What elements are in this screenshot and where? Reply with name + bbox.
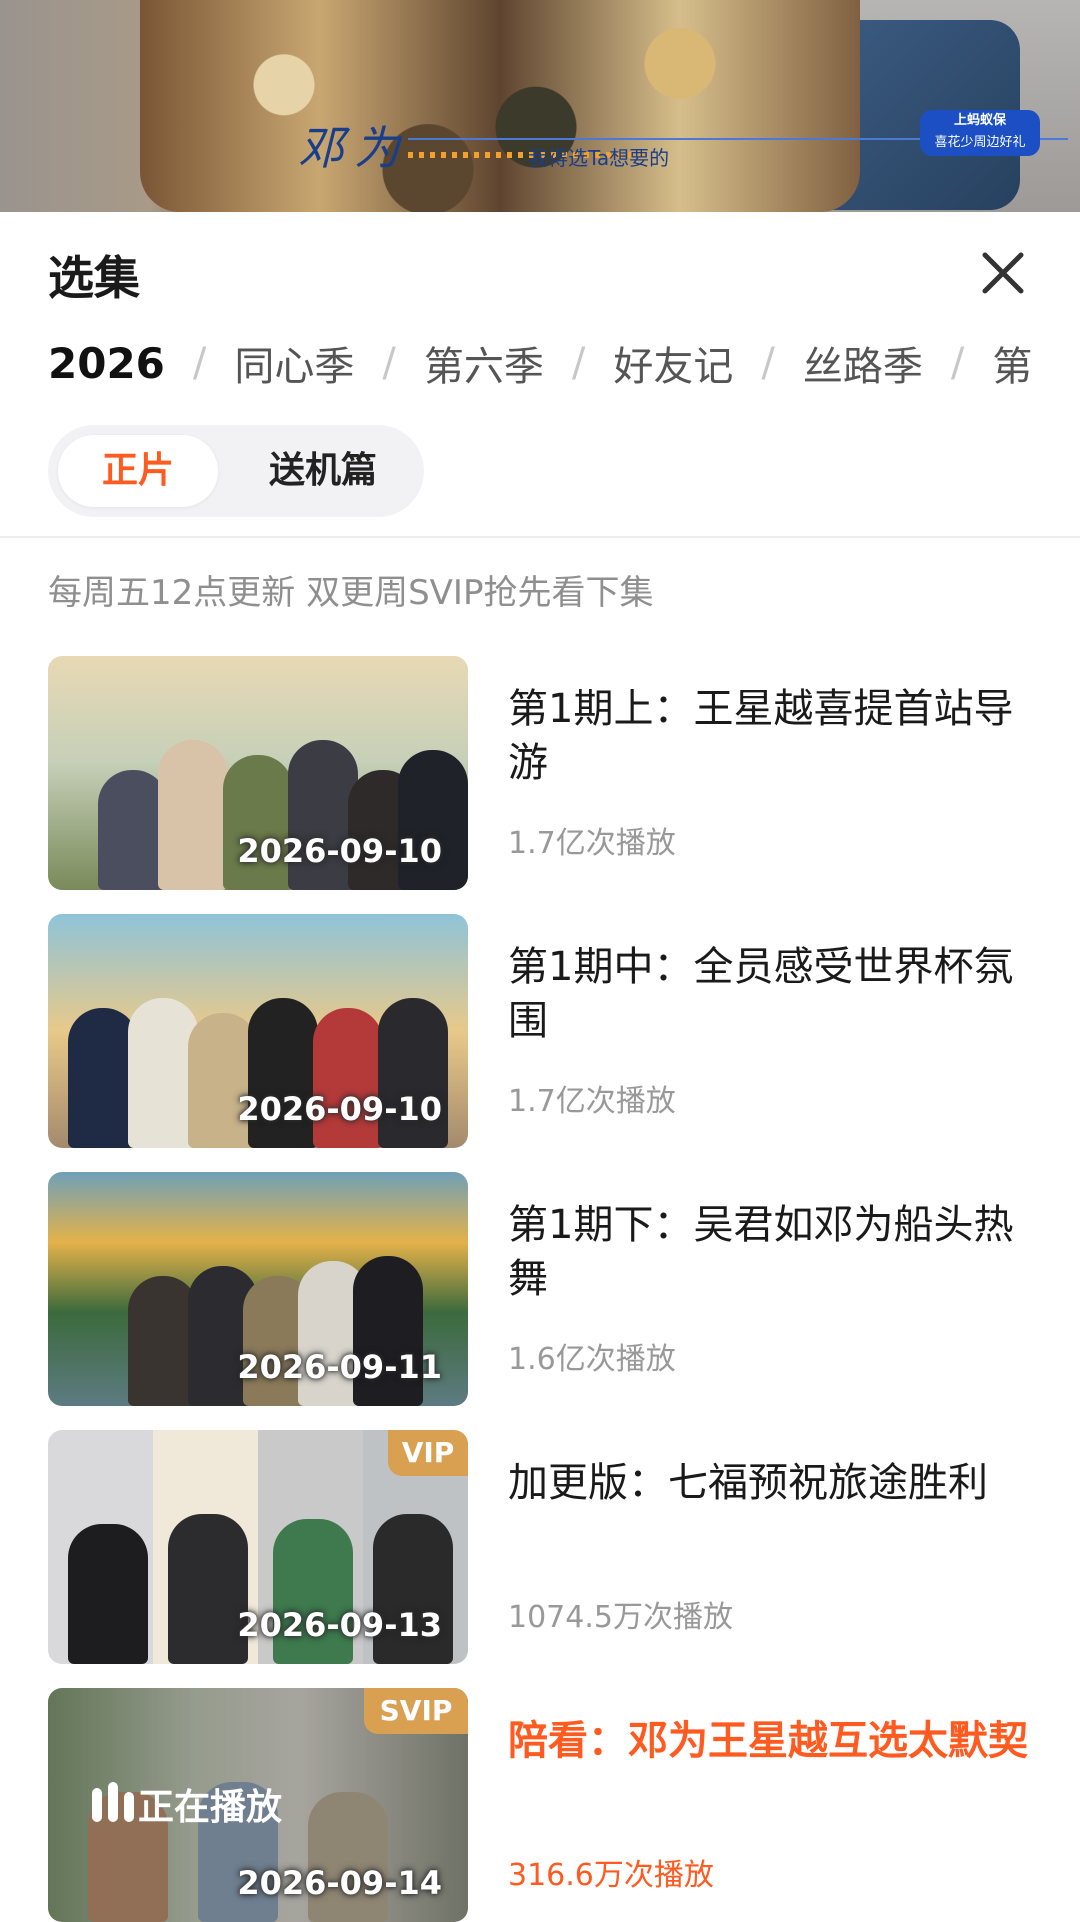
season-tab[interactable]: 丝路季: [803, 334, 923, 392]
episode-item[interactable]: 2026-09-10 第1期中：全员感受世界杯氛围 1.7亿次播放: [48, 914, 1048, 1148]
svip-badge: SVIP: [364, 1688, 468, 1734]
video-player[interactable]: 邓为 我得选Ta想要的 上蚂蚁保 喜花少周边好礼: [0, 0, 1080, 212]
episode-item[interactable]: VIP 2026-09-13 加更版：七福预祝旅途胜利 1074.5万次播放: [48, 1430, 1048, 1664]
sponsor-logo: 上蚂蚁保 喜花少周边好礼: [920, 110, 1040, 156]
episode-plays: 316.6万次播放: [508, 1858, 714, 1893]
video-name-caption: 邓为 我得选Ta想要的: [258, 112, 1068, 175]
season-tab[interactable]: 好友记: [613, 334, 733, 392]
episode-title: 陪看：邓为王星越互选太默契: [508, 1718, 1028, 1764]
season-tab[interactable]: 第: [992, 334, 1032, 392]
episode-item[interactable]: 2026-09-10 第1期上：王星越喜提首站导游 1.7亿次播放: [48, 656, 1048, 890]
episode-date: 2026-09-10: [237, 832, 442, 870]
episode-thumbnail: VIP 2026-09-13: [48, 1430, 468, 1664]
episode-thumbnail: 2026-09-10: [48, 914, 468, 1148]
episode-date: 2026-09-11: [237, 1348, 442, 1386]
playing-bars-icon: [92, 1782, 152, 1822]
segment-main[interactable]: 正片: [58, 435, 218, 507]
segment-switch: 正片 送机篇: [48, 425, 424, 517]
vip-badge: VIP: [388, 1430, 468, 1476]
episode-date: 2026-09-14: [237, 1864, 442, 1902]
divider: [0, 536, 1080, 538]
close-icon[interactable]: [975, 245, 1031, 301]
episode-plays: 1.7亿次播放: [508, 1084, 676, 1119]
episode-plays: 1.6亿次播放: [508, 1342, 676, 1377]
video-person: [140, 0, 860, 212]
panel-title: 选集: [48, 251, 140, 305]
episode-thumbnail: 正在播放 SVIP 2026-09-14: [48, 1688, 468, 1922]
episode-plays: 1074.5万次播放: [508, 1600, 733, 1635]
episode-panel: 选集 2026/同心季 / 第六季 / 好友记 / 丝路季 / 第 正片 送机篇 每周五12点更…: [0, 212, 1080, 1922]
episode-title: 第1期上：王星越喜提首站导游: [508, 686, 1014, 786]
segment-extra[interactable]: 送机篇: [238, 435, 408, 507]
episode-thumbnail: 2026-09-11: [48, 1172, 468, 1406]
episode-title: 第1期中：全员感受世界杯氛围: [508, 944, 1014, 1044]
now-playing-label: 正在播放: [138, 1787, 283, 1828]
update-notice: 每周五12点更新 双更周SVIP抢先看下集: [48, 573, 654, 613]
episode-item[interactable]: 2026-09-11 第1期下：吴君如邓为船头热舞 1.6亿次播放: [48, 1172, 1048, 1406]
season-tab[interactable]: 第六季: [424, 334, 544, 392]
episode-date: 2026-09-13: [237, 1606, 442, 1644]
season-tab-2026[interactable]: 2026: [48, 339, 165, 388]
episode-item-now-playing[interactable]: 正在播放 SVIP 2026-09-14 陪看：邓为王星越互选太默契 316.6…: [48, 1688, 1048, 1922]
caption-name: 邓为: [298, 121, 410, 175]
episode-title: 第1期下：吴君如邓为船头热舞: [508, 1202, 1014, 1302]
caption-slogan: 我得选Ta想要的: [528, 146, 670, 170]
episode-title: 加更版：七福预祝旅途胜利: [508, 1460, 988, 1506]
episode-date: 2026-09-10: [237, 1090, 442, 1128]
season-tabs: 2026/同心季 / 第六季 / 好友记 / 丝路季 / 第: [48, 334, 1080, 394]
episode-plays: 1.7亿次播放: [508, 826, 676, 861]
episode-thumbnail: 2026-09-10: [48, 656, 468, 890]
season-tab[interactable]: 同心季: [234, 334, 354, 392]
